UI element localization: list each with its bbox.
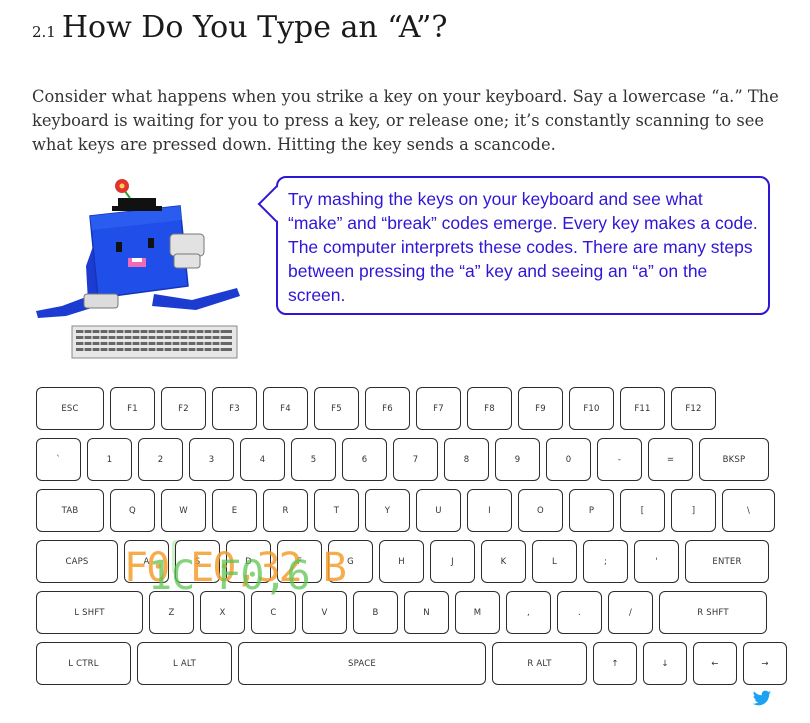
key-u[interactable]: U	[416, 489, 461, 532]
key-down[interactable]: ↓	[643, 642, 687, 685]
tip-text: Try mashing the keys on your keyboard an…	[288, 189, 758, 305]
key-tab[interactable]: TAB	[36, 489, 104, 532]
key-f11[interactable]: F11	[620, 387, 665, 430]
key-l-alt[interactable]: L ALT	[137, 642, 232, 685]
key-f1[interactable]: F1	[110, 387, 155, 430]
key-slash[interactable]: /	[608, 591, 653, 634]
key-f[interactable]: F	[277, 540, 322, 583]
key-esc[interactable]: ESC	[36, 387, 104, 430]
key-enter[interactable]: ENTER	[685, 540, 769, 583]
key-4[interactable]: 4	[240, 438, 285, 481]
key-f10[interactable]: F10	[569, 387, 614, 430]
key-o[interactable]: O	[518, 489, 563, 532]
key-rbracket[interactable]: ]	[671, 489, 716, 532]
key-lbracket[interactable]: [	[620, 489, 665, 532]
key-equals[interactable]: =	[648, 438, 693, 481]
key-left[interactable]: ←	[693, 642, 737, 685]
key-r[interactable]: R	[263, 489, 308, 532]
key-y[interactable]: Y	[365, 489, 410, 532]
key-f8[interactable]: F8	[467, 387, 512, 430]
key-l-shft[interactable]: L SHFT	[36, 591, 143, 634]
key-x[interactable]: X	[200, 591, 245, 634]
key-h[interactable]: H	[379, 540, 424, 583]
key-1[interactable]: 1	[87, 438, 132, 481]
key-f3[interactable]: F3	[212, 387, 257, 430]
key-l[interactable]: L	[532, 540, 577, 583]
key-f7[interactable]: F7	[416, 387, 461, 430]
key-3[interactable]: 3	[189, 438, 234, 481]
key-n[interactable]: N	[404, 591, 449, 634]
key-minus[interactable]: -	[597, 438, 642, 481]
key-f6[interactable]: F6	[365, 387, 410, 430]
key-c[interactable]: C	[251, 591, 296, 634]
key-quote[interactable]: '	[634, 540, 679, 583]
tip-speech-bubble: Try mashing the keys on your keyboard an…	[276, 176, 770, 315]
key-e[interactable]: E	[212, 489, 257, 532]
key-s[interactable]: S	[175, 540, 220, 583]
twitter-icon[interactable]	[752, 690, 772, 708]
key-semicolon[interactable]: ;	[583, 540, 628, 583]
key-7[interactable]: 7	[393, 438, 438, 481]
key-backslash[interactable]: \	[722, 489, 775, 532]
key-9[interactable]: 9	[495, 438, 540, 481]
key-j[interactable]: J	[430, 540, 475, 583]
key-r-alt[interactable]: R ALT	[492, 642, 587, 685]
key-6[interactable]: 6	[342, 438, 387, 481]
key-f2[interactable]: F2	[161, 387, 206, 430]
key-right[interactable]: →	[743, 642, 787, 685]
key-g[interactable]: G	[328, 540, 373, 583]
key-v[interactable]: V	[302, 591, 347, 634]
key-k[interactable]: K	[481, 540, 526, 583]
key-2[interactable]: 2	[138, 438, 183, 481]
key-f9[interactable]: F9	[518, 387, 563, 430]
key-backtick[interactable]: `	[36, 438, 81, 481]
key-up[interactable]: ↑	[593, 642, 637, 685]
key-space[interactable]: SPACE	[238, 642, 486, 685]
key-f12[interactable]: F12	[671, 387, 716, 430]
key-z[interactable]: Z	[149, 591, 194, 634]
key-t[interactable]: T	[314, 489, 359, 532]
key-5[interactable]: 5	[291, 438, 336, 481]
key-m[interactable]: M	[455, 591, 500, 634]
key-f4[interactable]: F4	[263, 387, 308, 430]
key-8[interactable]: 8	[444, 438, 489, 481]
key-w[interactable]: W	[161, 489, 206, 532]
key-l-ctrl[interactable]: L CTRL	[36, 642, 131, 685]
key-0[interactable]: 0	[546, 438, 591, 481]
key-bksp[interactable]: BKSP	[699, 438, 769, 481]
key-caps[interactable]: CAPS	[36, 540, 118, 583]
key-comma[interactable]: ,	[506, 591, 551, 634]
key-q[interactable]: Q	[110, 489, 155, 532]
key-d[interactable]: D	[226, 540, 271, 583]
key-i[interactable]: I	[467, 489, 512, 532]
key-r-shft[interactable]: R SHFT	[659, 591, 767, 634]
virtual-keyboard: ESC F1 F2 F3 F4 F5 F6 F7 F8 F9 F10 F11 F12 ` 1 2 3 4 5 6 7 8 9…	[0, 0, 810, 723]
key-p[interactable]: P	[569, 489, 614, 532]
key-f5[interactable]: F5	[314, 387, 359, 430]
key-period[interactable]: .	[557, 591, 602, 634]
key-a[interactable]: A	[124, 540, 169, 583]
key-b[interactable]: B	[353, 591, 398, 634]
